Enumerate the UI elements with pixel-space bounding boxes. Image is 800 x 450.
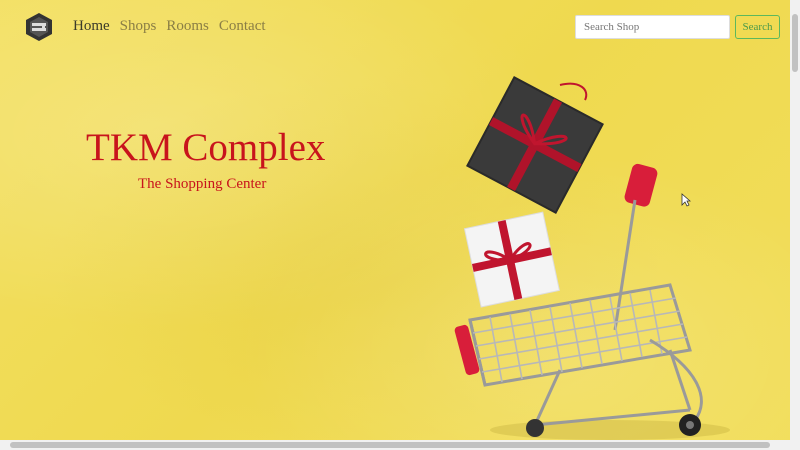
horizontal-scrollbar[interactable] <box>0 440 800 450</box>
nav-link-contact[interactable]: Contact <box>219 18 266 35</box>
nav-menu: Home Shops Rooms Contact <box>73 18 266 35</box>
horizontal-scroll-thumb[interactable] <box>10 442 770 448</box>
nav-link-home[interactable]: Home <box>73 18 110 35</box>
nav-link-shops[interactable]: Shops <box>120 18 157 35</box>
site-logo-icon[interactable] <box>24 12 54 42</box>
hero-subtitle: The Shopping Center <box>138 176 267 192</box>
shopping-cart-image <box>454 76 730 440</box>
vertical-scroll-thumb[interactable] <box>792 14 798 72</box>
hero-title: TKM Complex <box>86 126 326 169</box>
search-button[interactable]: Search <box>735 15 780 39</box>
hero-section: Home Shops Rooms Contact Search TKM Comp… <box>0 0 790 440</box>
search-input[interactable] <box>575 15 730 39</box>
navbar: Home Shops Rooms Contact Search <box>0 0 790 56</box>
vertical-scrollbar[interactable] <box>790 0 800 440</box>
nav-link-rooms[interactable]: Rooms <box>166 18 209 35</box>
mouse-cursor-icon <box>681 193 691 207</box>
